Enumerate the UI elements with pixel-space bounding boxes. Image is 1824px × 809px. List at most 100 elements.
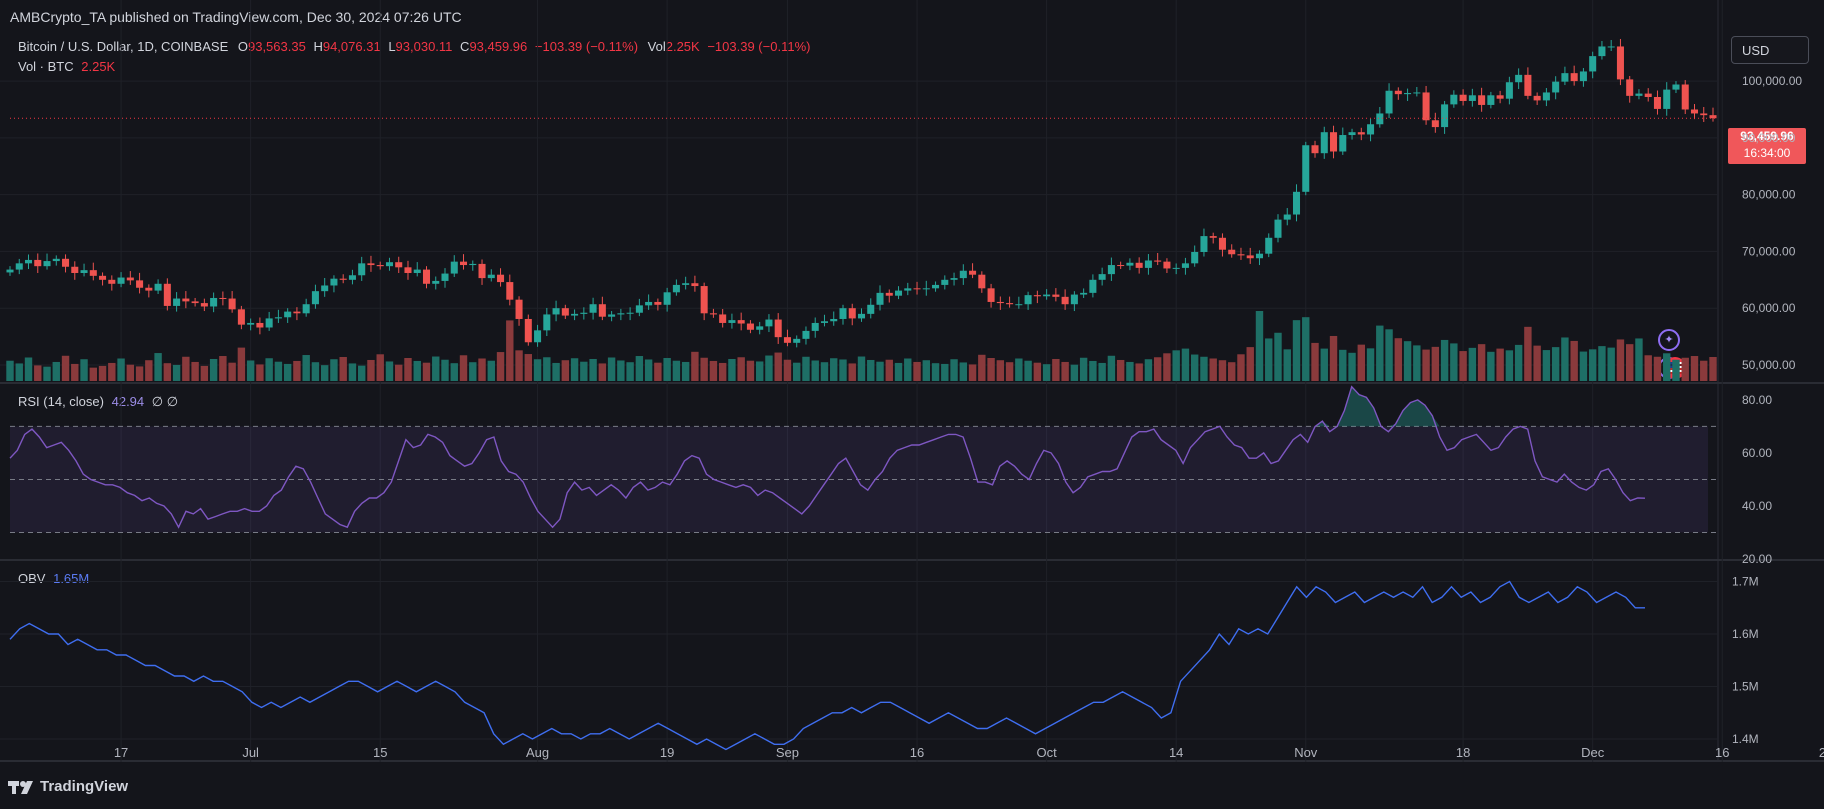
candle-body [108,279,116,284]
candle-body [210,297,218,307]
volume-bar [1514,344,1523,381]
candle-body [1607,46,1615,48]
rsi-tick-label: 20.00 [1742,552,1772,566]
candle-body [811,322,819,331]
volume-label: Vol · BTC [18,59,74,74]
candle-body [746,323,754,330]
candle-body [1117,265,1125,267]
price-tick-label: 80,000.00 [1742,188,1796,202]
volume-bar [330,359,338,381]
candle-body [1246,255,1254,259]
volume-bar [228,362,236,381]
candle-body [43,261,51,267]
candle-body [117,277,125,284]
volume-bar [1588,349,1597,381]
candle-body [413,269,421,273]
volume-bar [1218,360,1227,381]
currency-button[interactable]: USD [1731,36,1809,64]
candle-body [867,304,875,314]
candle-body [163,283,171,306]
candle-body [1413,92,1421,94]
candle-body [219,297,227,299]
candle-body [265,318,273,328]
candle-body [1098,274,1106,280]
candle-body [450,261,458,274]
candle-body [1006,303,1014,305]
volume-bar [108,362,116,381]
volume-bar [1107,355,1116,381]
volume-bar [1255,311,1264,381]
candle-body [1033,295,1041,297]
time-tick-label: 14 [1169,745,1183,760]
volume-bar [274,361,283,381]
volume-bar [1357,344,1365,381]
candle-body [1237,254,1245,256]
volume-bar [126,364,135,381]
candle-body [830,318,838,322]
candle-body [1265,237,1273,254]
volume-bar [135,366,144,381]
volume-bar [765,355,773,381]
candle-body [608,314,616,317]
volume-bar [385,361,394,381]
candle-body [71,266,79,273]
time-tick-label: 19 [660,745,674,760]
volume-bar [1413,345,1421,381]
volume-bar [1459,351,1467,381]
candle-body [422,269,431,284]
volume-bar [1579,351,1588,381]
rsi-label[interactable]: RSI (14, close) [18,394,104,409]
volume-bar [931,363,940,381]
volume-bar [1690,356,1699,381]
volume-bar [552,362,560,381]
candle-body [256,322,264,328]
time-tick-label: 16 [910,745,924,760]
volume-bar [1496,348,1504,381]
volume-bar [876,361,884,381]
volume-bar [1116,359,1125,381]
candle-body [1524,74,1532,96]
volume-bar [561,360,570,381]
candle-body [136,280,144,288]
candle-body [543,314,551,331]
symbol-title[interactable]: Bitcoin / U.S. Dollar, 1D, COINBASE [18,39,228,54]
obv-label[interactable]: OBV [18,571,45,586]
volume-bar [1598,346,1606,381]
rsi-overbought-fill [10,386,1645,427]
change-value: −103.39 (−0.11%) [534,39,639,54]
volume-bar [1403,341,1412,381]
rsi-band [10,426,1708,533]
time-tick-label: 17 [114,745,128,760]
volume-bar [1320,348,1328,381]
volume-legend: Vol · BTC 2.25K [18,59,115,74]
volume-bar [1163,353,1171,381]
candle-body [348,275,356,280]
candle-body [1043,294,1051,297]
candle-body [1144,260,1152,268]
candle-body [978,274,986,289]
candle-body [1274,219,1282,238]
rsi-pane [9,385,1718,533]
volume-bar [857,356,866,381]
rsi-extra: ∅ ∅ [151,394,179,409]
candle-body [1376,113,1384,125]
obv-line [9,580,1645,751]
volume-bar [1200,356,1208,381]
volume-bar [1570,340,1578,381]
candle-body [487,274,495,279]
volume-bar [163,363,172,381]
tradingview-logo[interactable]: TradingView [8,778,128,795]
candle-body [645,301,653,306]
volume-bar [1052,358,1060,381]
volume-bar [339,357,347,381]
volume-bar [1190,354,1199,381]
plus-circle-icon[interactable]: ✦ [1658,329,1680,351]
volume-bar [15,363,23,381]
chart-canvas: 100,000.0090,000.0080,000.0070,000.0060,… [0,0,1824,762]
volume-bar [663,357,671,381]
candle-body [469,263,477,266]
candle-body [1709,115,1717,119]
us-flag-icon[interactable] [1664,357,1686,379]
candle-body [191,301,199,304]
candle-body [635,305,643,313]
